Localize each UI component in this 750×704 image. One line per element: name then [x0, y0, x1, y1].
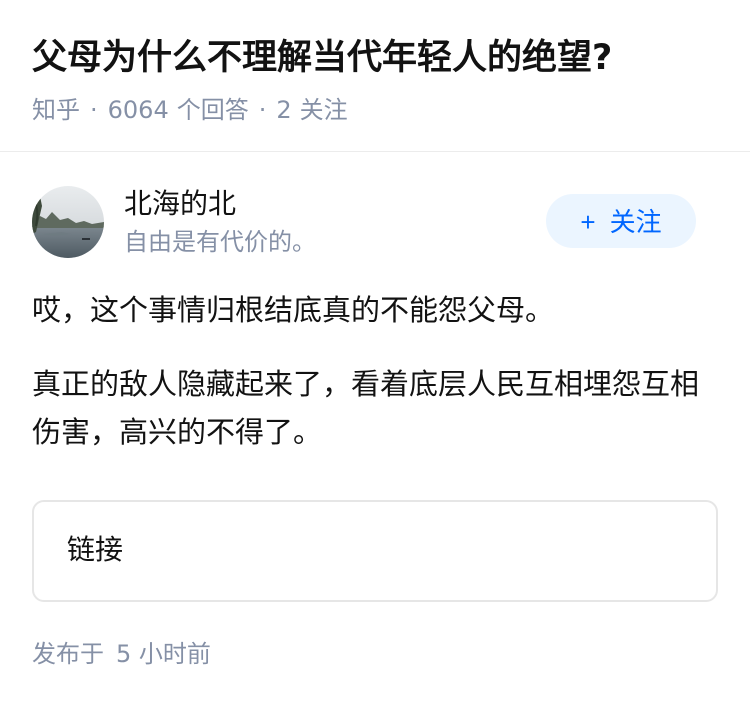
publish-prefix: 发布于: [32, 640, 104, 668]
question-source[interactable]: 知乎: [32, 96, 80, 124]
publish-time-value: 5 小时前: [116, 640, 211, 668]
question-meta: 知乎 · 6064 个回答 · 2 关注: [32, 94, 348, 126]
plus-icon: +: [580, 207, 596, 237]
follow-button[interactable]: + 关注: [546, 194, 696, 248]
answer-paragraph: 哎，这个事情归根结底真的不能怨父母。: [32, 293, 555, 327]
answer-content: 哎，这个事情归根结底真的不能怨父母。 真正的敌人隐藏起来了，看着底层人民互相埋怨…: [32, 286, 718, 456]
author-info: 北海的北 自由是有代价的。 + 关注: [32, 186, 718, 258]
author-name[interactable]: 北海的北: [124, 186, 236, 222]
link-card[interactable]: 链接: [32, 500, 718, 602]
question-title[interactable]: 父母为什么不理解当代年轻人的绝望?: [32, 34, 612, 82]
avatar[interactable]: [32, 186, 104, 258]
author-bio: 自由是有代价的。: [124, 228, 316, 256]
follower-count: 2: [276, 96, 292, 124]
answer-paragraph: 真正的敌人隐藏起来了，看着底层人民互相埋怨互相伤害，高兴的不得了。: [32, 367, 700, 449]
follower-count-label: 关注: [299, 96, 348, 124]
link-card-label: 链接: [67, 533, 124, 566]
question-header: 父母为什么不理解当代年轻人的绝望? 知乎 · 6064 个回答 · 2 关注: [0, 0, 750, 152]
publish-time: 发布于 5 小时前: [32, 638, 211, 670]
meta-separator: ·: [258, 96, 267, 124]
meta-separator: ·: [90, 96, 98, 124]
answer-count-label: 个回答: [176, 96, 249, 124]
avatar-lake-image: [32, 186, 104, 258]
answer-count: 6064: [107, 96, 169, 124]
follow-button-label: 关注: [609, 207, 662, 237]
